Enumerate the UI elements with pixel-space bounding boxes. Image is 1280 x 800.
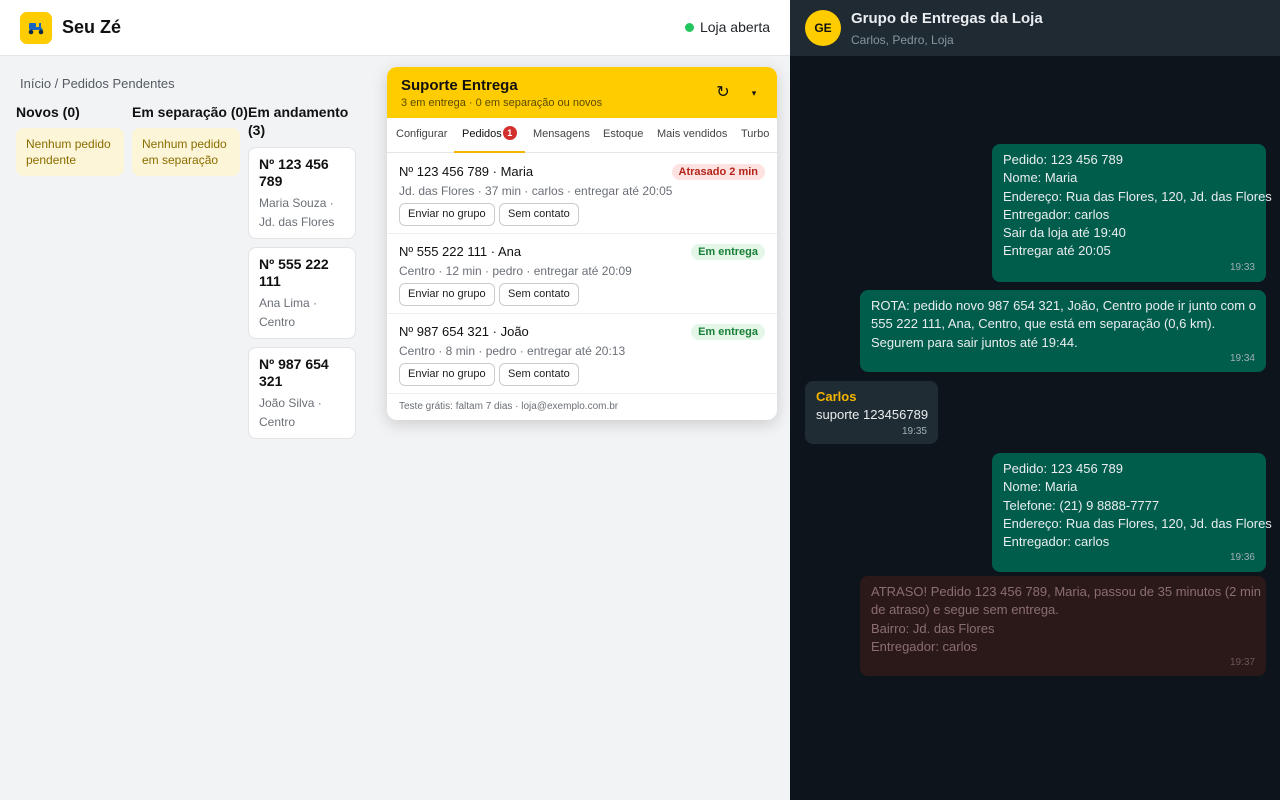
message-time: 19:37 [1229, 657, 1255, 669]
no-contact-button[interactable]: Sem contato [499, 283, 579, 306]
chat-members: Carlos, Pedro, Loja [851, 33, 954, 47]
chevron-down-icon[interactable]: ▾ [745, 83, 763, 103]
panel-order-title: Nº 987 654 321 · João [399, 324, 529, 339]
order-details: João Silva · Centro [259, 396, 322, 429]
send-to-group-button[interactable]: Enviar no grupo [399, 203, 495, 226]
tab-pedidos[interactable]: Pedidos 1 [454, 118, 525, 153]
panel-order-meta: Centro · 8 min · pedro · entregar até 20… [399, 344, 626, 358]
message-line: Nome: Maria [1003, 479, 1078, 495]
message-time: 19:36 [1229, 552, 1255, 564]
order-card[interactable]: Nº 123 456 789 Maria Souza · Jd. das Flo… [248, 147, 356, 239]
support-panel: Suporte Entrega 3 em entrega · 0 em sepa… [387, 67, 777, 420]
panel-order-row: Nº 555 222 111 · Ana Em entrega Centro ·… [387, 234, 777, 314]
chat-message-outgoing[interactable]: Pedido: 123 456 789 Nome: Maria Telefone… [992, 453, 1272, 572]
panel-title: Suporte Entrega [401, 77, 518, 94]
panel-tabs: Configurar Pedidos 1 Mensagens Estoque Ma… [387, 118, 777, 153]
message-line: Entregar até 20:05 [1003, 243, 1111, 259]
top-bar: Seu Zé Loja aberta [0, 0, 790, 56]
chat-message-outgoing[interactable]: ROTA: pedido novo 987 654 321, João, Cen… [860, 290, 1266, 372]
chat-message-outgoing[interactable]: Pedido: 123 456 789 Nome: Maria Endereço… [992, 144, 1272, 282]
message-line: Segurem para sair juntos até 19:44. [871, 334, 1078, 350]
order-details: Ana Lima · Centro [259, 296, 318, 329]
column-title-novos: Novos (0) [16, 104, 80, 120]
tab-pedidos-badge: 1 [502, 126, 517, 140]
message-time: 19:34 [1229, 352, 1255, 364]
message-line: Entregador: carlos [1003, 534, 1110, 550]
send-to-group-button[interactable]: Enviar no grupo [399, 363, 495, 386]
message-line: ATRASO! Pedido 123 456 789, Maria, passo… [871, 584, 1261, 599]
send-to-group-button[interactable]: Enviar no grupo [399, 283, 495, 306]
refresh-icon[interactable]: ↻ [713, 83, 733, 103]
message-line: ROTA: pedido novo 987 654 321, João, Cen… [871, 298, 1256, 313]
chat-message-warning[interactable]: ATRASO! Pedido 123 456 789, Maria, passo… [860, 576, 1266, 676]
tab-estoque[interactable]: Estoque [603, 118, 643, 153]
order-details: Maria Souza · Jd. das Flores [259, 196, 335, 229]
order-number: Nº 987 654 321 [259, 356, 329, 389]
tab-mais-vendidos[interactable]: Mais vendidos [657, 118, 727, 153]
message-line: de atraso) e segue sem entrega. [871, 602, 1059, 618]
message-line: Endereço: Rua das Flores, 120, Jd. das F… [1003, 188, 1272, 204]
panel-order-row: Nº 123 456 789 · Maria Atrasado 2 min Jd… [387, 154, 777, 234]
tab-turbo[interactable]: Turbo [741, 118, 769, 153]
message-line: Pedido: 123 456 789 [1003, 461, 1123, 476]
in-delivery-badge: Em entrega [691, 244, 765, 260]
in-delivery-badge: Em entrega [691, 324, 765, 340]
empty-state-novos: Nenhum pedido pendente [16, 128, 124, 176]
panel-header: Suporte Entrega 3 em entrega · 0 em sepa… [387, 67, 777, 118]
order-card[interactable]: Nº 987 654 321 João Silva · Centro [248, 347, 356, 439]
no-contact-button[interactable]: Sem contato [499, 203, 579, 226]
store-status-label: Loja aberta [699, 19, 770, 35]
store-status[interactable]: Loja aberta [684, 19, 770, 35]
tab-configurar[interactable]: Configurar [396, 118, 447, 153]
message-line: Sair da loja até 19:40 [1003, 225, 1126, 241]
group-avatar[interactable]: GE [805, 10, 841, 46]
order-number: Nº 555 222 111 [259, 256, 329, 289]
panel-order-meta: Centro · 12 min · pedro · entregar até 2… [399, 264, 632, 278]
message-time: 19:33 [1229, 261, 1255, 273]
chat-message-incoming[interactable]: Carlos suporte 123456789 19:35 [805, 381, 938, 444]
status-dot-icon [684, 22, 694, 32]
panel-footer: Teste grátis: faltam 7 dias · loja@exemp… [399, 401, 619, 412]
message-line: Entregador: carlos [1003, 206, 1110, 222]
chat-title[interactable]: Grupo de Entregas da Loja [851, 10, 1043, 27]
order-number: Nº 123 456 789 [259, 156, 329, 189]
message-line: Telefone: (21) 9 8888-7777 [1003, 497, 1160, 513]
message-line: Pedido: 123 456 789 [1003, 152, 1123, 167]
message-line: 555 222 111, Ana, Centro, que está em se… [871, 316, 1216, 332]
scooter-logo-icon[interactable] [20, 12, 52, 44]
empty-state-em-separacao: Nenhum pedido em separação [132, 128, 240, 176]
chat-window: GE Grupo de Entregas da Loja Carlos, Ped… [790, 0, 1280, 800]
no-contact-button[interactable]: Sem contato [499, 363, 579, 386]
message-line: Entregador: carlos [871, 638, 978, 654]
column-title-em-andamento: Em andamento (3) [248, 104, 349, 138]
brand-name: Seu Zé [62, 17, 122, 37]
column-title-em-separacao: Em separação (0) [132, 104, 248, 120]
message-line: suporte 123456789 [816, 407, 929, 423]
chat-header: GE Grupo de Entregas da Loja Carlos, Ped… [790, 0, 1280, 56]
panel-order-meta: Jd. das Flores · 37 min · carlos · entre… [399, 184, 673, 198]
panel-subtitle: 3 em entrega · 0 em separação ou novos [401, 97, 603, 109]
breadcrumb: Início / Pedidos Pendentes [20, 76, 175, 91]
message-time: 19:35 [901, 425, 927, 437]
panel-order-row: Nº 987 654 321 · João Em entrega Centro … [387, 314, 777, 394]
message-line: Nome: Maria [1003, 170, 1078, 186]
tab-mensagens[interactable]: Mensagens [533, 118, 590, 153]
late-badge: Atrasado 2 min [671, 164, 765, 180]
message-author: Carlos [816, 389, 857, 404]
panel-order-title: Nº 555 222 111 · Ana [399, 244, 522, 259]
panel-order-title: Nº 123 456 789 · Maria [399, 164, 534, 179]
message-line: Endereço: Rua das Flores, 120, Jd. das F… [1003, 515, 1272, 531]
store-app: Seu Zé Loja aberta Início / Pedidos Pend… [0, 0, 790, 800]
message-line: Bairro: Jd. das Flores [871, 620, 995, 636]
order-card[interactable]: Nº 555 222 111 Ana Lima · Centro [248, 247, 356, 339]
tab-pedidos-label: Pedidos [462, 128, 502, 140]
